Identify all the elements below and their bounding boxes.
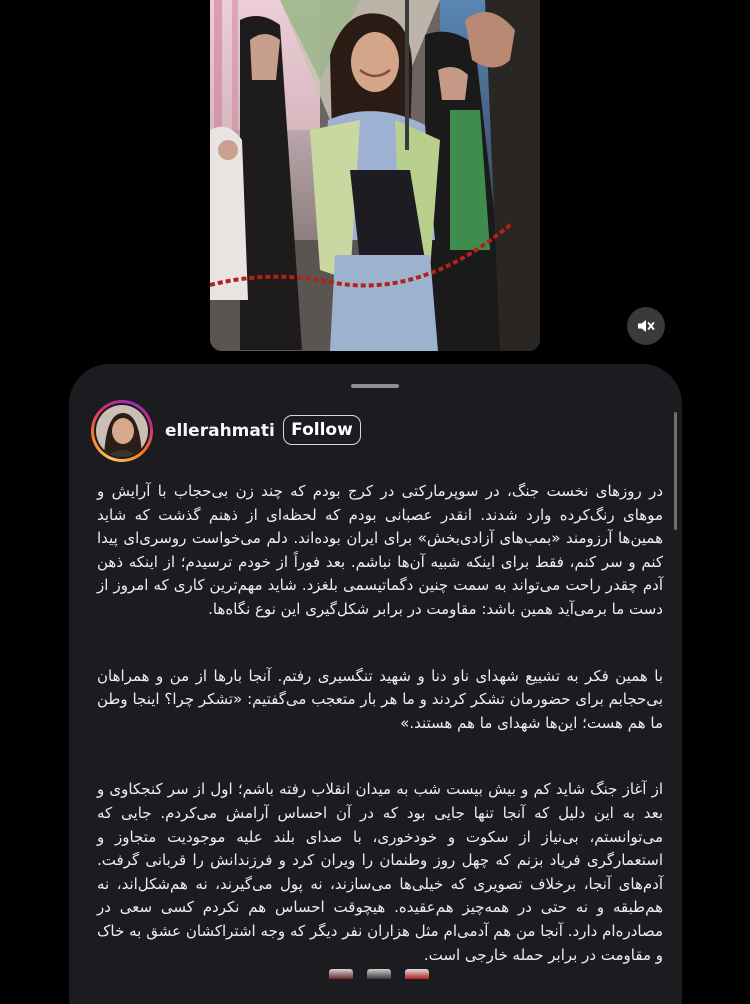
caption-sheet: ellerahmati Follow در روزهای نخست جنگ، د… <box>69 364 682 1004</box>
mute-toggle-button[interactable] <box>627 307 665 345</box>
caption-paragraph: در روزهای نخست جنگ، در سوپرمارکتی در کرج… <box>97 482 663 618</box>
avatar-photo <box>96 405 148 457</box>
caption-paragraph: با همین فکر به تشییع شهدای ناو دنا و شهی… <box>97 666 663 732</box>
avatar[interactable] <box>96 405 148 457</box>
post-photo[interactable] <box>210 0 540 351</box>
follow-button[interactable]: Follow <box>283 415 361 445</box>
caption-paragraph: از آغاز جنگ شاید کم و بیش بیست شب به مید… <box>97 780 663 964</box>
caption-text: در روزهای نخست جنگ، در سوپرمارکتی در کرج… <box>97 480 663 967</box>
post-photo-illustration <box>210 0 540 351</box>
thumbnail[interactable] <box>367 969 391 979</box>
scrollbar[interactable] <box>674 412 677 530</box>
thumbnail[interactable] <box>329 969 353 979</box>
drag-handle[interactable] <box>351 384 399 388</box>
story-ring[interactable] <box>91 400 153 462</box>
speaker-muted-icon <box>638 320 655 332</box>
username[interactable]: ellerahmati <box>165 421 275 441</box>
media-thumbnails <box>329 969 429 979</box>
thumbnail[interactable] <box>405 969 429 979</box>
